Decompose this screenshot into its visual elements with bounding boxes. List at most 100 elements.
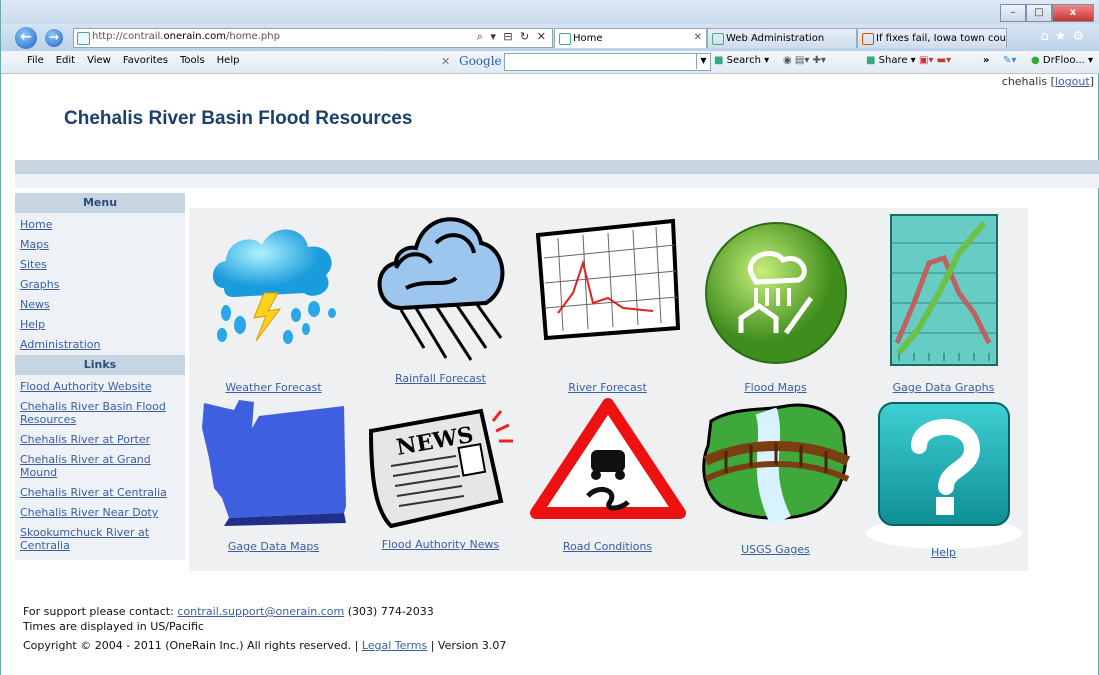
tile-label[interactable]: Road Conditions (525, 540, 690, 553)
tile-gage-data-graphs[interactable]: Gage Data Graphs (861, 213, 1026, 394)
toolbar-icons[interactable]: ◉ ▤▾ ✚▾ (783, 55, 826, 66)
google-search-input[interactable] (504, 53, 711, 71)
sidebar-item-home[interactable]: Home (19, 215, 181, 235)
address-tools[interactable]: ⌕ ▾ ⊟ ↻ ✕ (477, 30, 548, 44)
search-icon: ■ (714, 55, 724, 66)
search-button[interactable]: ■ Search ▾ (714, 55, 769, 66)
menu-view[interactable]: View (87, 55, 111, 66)
forward-icon[interactable]: → (45, 29, 63, 47)
sidebar-item-maps[interactable]: Maps (19, 235, 181, 255)
tile-label[interactable]: Gage Data Maps (191, 540, 356, 553)
tab-label: If fixes fail, Iowa town coul... (876, 33, 1007, 44)
maximize-button[interactable]: □ (1026, 4, 1052, 22)
rain-cloud-icon (377, 217, 504, 361)
sidebar-item-graphs[interactable]: Graphs (19, 275, 181, 295)
tab-page-icon (559, 33, 571, 45)
tile-rainfall-forecast[interactable]: Rainfall Forecast (358, 208, 523, 385)
dirfloo-button[interactable]: ● DrFloo... ▾ (1031, 55, 1093, 66)
support-text: For support please contact: (23, 605, 174, 618)
tile-label[interactable]: Help (861, 546, 1026, 559)
header-divider (15, 160, 1099, 174)
title-bar: – □ x (1, 0, 1099, 26)
menu-bar: File Edit View Favorites Tools Help ✕ Go… (1, 51, 1099, 74)
tile-gage-data-maps[interactable]: Gage Data Maps (191, 398, 356, 553)
tab-label: Web Administration (726, 33, 825, 44)
river-bridge-icon (701, 403, 850, 526)
tile-label[interactable]: Flood Maps (693, 381, 858, 394)
links-list: Flood Authority Website Chehalis River B… (15, 375, 185, 560)
tile-label[interactable]: Flood Authority News (358, 538, 523, 551)
close-toolbar-icon[interactable]: ✕ (441, 55, 450, 68)
link-flood-authority-website[interactable]: Flood Authority Website (19, 377, 181, 397)
share-icon: ■ (866, 55, 876, 66)
tab-web-administration[interactable]: Web Administration (707, 28, 857, 48)
close-button[interactable]: x (1052, 4, 1094, 22)
menu-favorites[interactable]: Favorites (123, 55, 168, 66)
close-tab-icon[interactable]: ✕ (694, 32, 702, 43)
legal-terms-link[interactable]: Legal Terms (362, 639, 427, 652)
pdf-icon[interactable]: ▣▾ ▬▾ (919, 55, 951, 66)
timezone-note: Times are displayed in US/Pacific (23, 620, 204, 633)
tile-river-forecast[interactable]: River Forecast (525, 213, 690, 394)
storm-cloud-icon (212, 229, 336, 344)
tile-label[interactable]: Rainfall Forecast (358, 372, 523, 385)
menu-edit[interactable]: Edit (56, 55, 75, 66)
user-status: chehalis [logout] (1001, 75, 1094, 88)
google-dropdown-icon[interactable]: ▼ (696, 53, 710, 69)
sidebar-item-help[interactable]: Help (19, 315, 181, 335)
tile-label[interactable]: USGS Gages (693, 543, 858, 556)
link-chehalis-at-grand-mound[interactable]: Chehalis River at Grand Mound (19, 450, 181, 483)
tab-page-icon (712, 33, 724, 45)
menu-heading: Menu (15, 193, 185, 213)
share-button[interactable]: ■ Share ▾ (866, 55, 916, 66)
tile-help[interactable]: Help (861, 401, 1026, 559)
back-icon[interactable]: ← (15, 27, 37, 49)
sidebar-item-news[interactable]: News (19, 295, 181, 315)
support-phone: (303) 774-2033 (347, 605, 434, 618)
link-chehalis-at-centralia[interactable]: Chehalis River at Centralia (19, 483, 181, 503)
more-toolbar-button[interactable]: » (983, 55, 989, 66)
window-controls: – □ x (1000, 4, 1094, 22)
tile-usgs-gages[interactable]: USGS Gages (693, 401, 858, 556)
address-bar[interactable]: http://contrail.onerain.com/home.php ⌕ ▾… (73, 28, 553, 48)
page-icon (77, 32, 90, 45)
page-footer: For support please contact: contrail.sup… (23, 604, 506, 653)
link-chehalis-basin-flood-resources[interactable]: Chehalis River Basin Flood Resources (19, 397, 181, 430)
header-subbar (15, 174, 1099, 188)
tile-road-conditions[interactable]: Road Conditions (525, 398, 690, 553)
link-chehalis-at-porter[interactable]: Chehalis River at Porter (19, 430, 181, 450)
tab-news-article[interactable]: If fixes fail, Iowa town coul... (857, 28, 1007, 48)
menu-items: File Edit View Favorites Tools Help (27, 55, 239, 66)
river-graph-icon (535, 218, 680, 341)
menu-tools[interactable]: Tools (180, 55, 205, 66)
google-logo: Google (459, 54, 502, 68)
support-email-link[interactable]: contrail.support@onerain.com (177, 605, 344, 618)
link-chehalis-near-doty[interactable]: Chehalis River Near Doty (19, 503, 181, 523)
washington-map-icon (201, 400, 346, 526)
copyright-line: Copyright © 2004 - 2011 (OneRain Inc.) A… (23, 638, 506, 653)
sidebar-item-sites[interactable]: Sites (19, 255, 181, 275)
page-title: Chehalis River Basin Flood Resources (64, 108, 413, 129)
minimize-button[interactable]: – (1000, 4, 1026, 22)
browser-tools-icons[interactable]: ⌂★⚙ (1040, 29, 1090, 44)
tab-home[interactable]: Home ✕ (554, 28, 707, 48)
wrench-icon[interactable]: ✎▾ (1003, 55, 1016, 66)
tile-weather-forecast[interactable]: Weather Forecast (191, 213, 356, 394)
sidebar-item-administration[interactable]: Administration (19, 335, 181, 351)
question-mark-icon (865, 402, 1022, 549)
menu-file[interactable]: File (27, 55, 44, 66)
links-heading: Links (15, 355, 185, 375)
logout-link[interactable]: logout (1055, 75, 1090, 88)
menu-help[interactable]: Help (217, 55, 240, 66)
tile-label[interactable]: Weather Forecast (191, 381, 356, 394)
link-skookumchuck-at-centralia[interactable]: Skookumchuck River at Centralia (19, 523, 181, 556)
tile-flood-maps[interactable]: Flood Maps (693, 218, 858, 394)
newspaper-icon: NEWS (368, 408, 513, 529)
tile-label[interactable]: Gage Data Graphs (861, 381, 1026, 394)
tile-flood-authority-news[interactable]: NEWS Flood Authority News (358, 401, 523, 551)
version-text: | Version 3.07 (430, 639, 507, 652)
tile-label[interactable]: River Forecast (525, 381, 690, 394)
address-url: http://contrail.onerain.com/home.php (92, 31, 280, 42)
tab-page-icon (862, 33, 874, 45)
sidebar: Menu Home Maps Sites Graphs News Help Ad… (15, 193, 185, 560)
